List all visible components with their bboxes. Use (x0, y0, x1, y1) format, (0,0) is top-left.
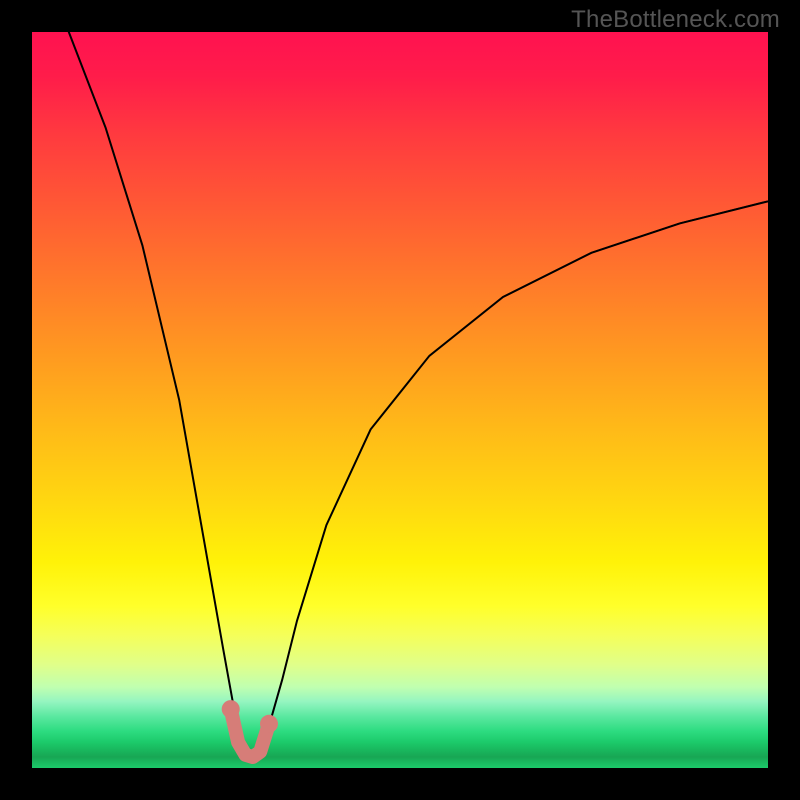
plot-area (32, 32, 768, 768)
bottleneck-curve-svg (32, 32, 768, 768)
optimal-range-stroke (231, 709, 269, 757)
optimal-range-dot (260, 715, 278, 733)
brand-watermark: TheBottleneck.com (571, 6, 780, 34)
bottleneck-curve-right (503, 201, 768, 297)
bottleneck-curve (32, 32, 768, 761)
optimal-range-dot (222, 700, 240, 718)
chart-frame: TheBottleneck.com (0, 0, 800, 800)
